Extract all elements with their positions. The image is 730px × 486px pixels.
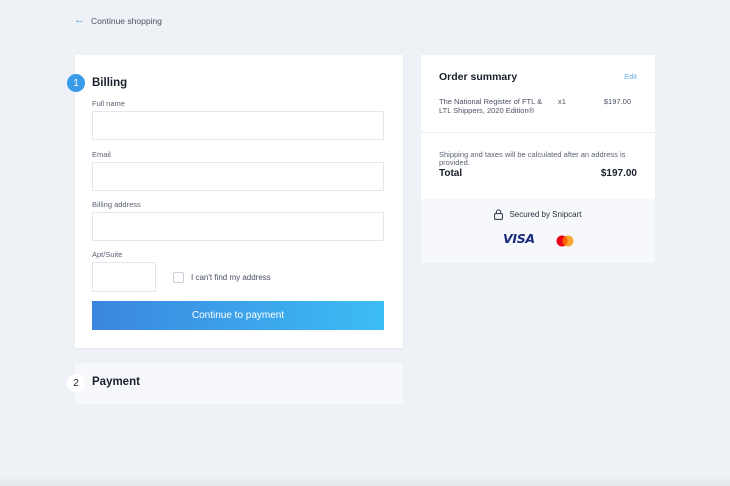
summary-divider xyxy=(421,132,655,133)
arrow-left-icon: ← xyxy=(74,14,85,26)
order-summary: Order summary Edit The National Register… xyxy=(421,55,655,263)
edit-cart-link[interactable]: Edit xyxy=(624,72,637,81)
continue-shopping-label: Continue shopping xyxy=(91,15,162,26)
payment-title: Payment xyxy=(92,376,140,388)
email-label: Email xyxy=(92,150,111,159)
continue-shopping-link[interactable]: ← Continue shopping xyxy=(74,15,162,26)
full-name-label: Full name xyxy=(92,99,125,108)
order-summary-title: Order summary xyxy=(439,71,518,83)
billing-title: Billing xyxy=(92,77,128,89)
apt-suite-input[interactable] xyxy=(92,262,156,292)
email-input[interactable] xyxy=(92,162,384,191)
cant-find-address-option[interactable]: I can't find my address xyxy=(173,272,271,283)
secured-label: Secured by Snipcart xyxy=(509,210,582,219)
secured-badge: Secured by Snipcart xyxy=(421,209,655,220)
payment-section[interactable]: 2 Payment xyxy=(67,363,403,404)
item-quantity: x1 xyxy=(558,97,566,106)
item-price: $197.00 xyxy=(603,97,631,106)
shipping-note: Shipping and taxes will be calculated af… xyxy=(439,150,626,167)
payment-step-badge: 2 xyxy=(67,374,85,392)
billing-address-input[interactable] xyxy=(92,212,384,241)
continue-to-payment-button[interactable]: Continue to payment xyxy=(92,301,384,330)
apt-suite-label: Apt/Suite xyxy=(92,250,123,259)
billing-section: 1 Billing Full name Email Billing addres… xyxy=(67,55,403,348)
mastercard-logo xyxy=(556,235,574,247)
item-name: The National Register of FTL & LTL Shipp… xyxy=(439,97,543,115)
bottom-shadow xyxy=(0,476,730,486)
total-label: Total xyxy=(439,168,463,179)
cant-find-address-label: I can't find my address xyxy=(191,273,271,282)
total-value: $197.00 xyxy=(600,168,637,179)
cant-find-address-checkbox[interactable] xyxy=(173,272,184,283)
billing-address-label: Billing address xyxy=(92,200,141,209)
secured-area: Secured by Snipcart VISA xyxy=(421,199,655,263)
lock-icon xyxy=(494,209,504,220)
billing-step-badge: 1 xyxy=(67,74,85,92)
visa-logo: VISA xyxy=(503,231,535,246)
full-name-input[interactable] xyxy=(92,111,384,140)
